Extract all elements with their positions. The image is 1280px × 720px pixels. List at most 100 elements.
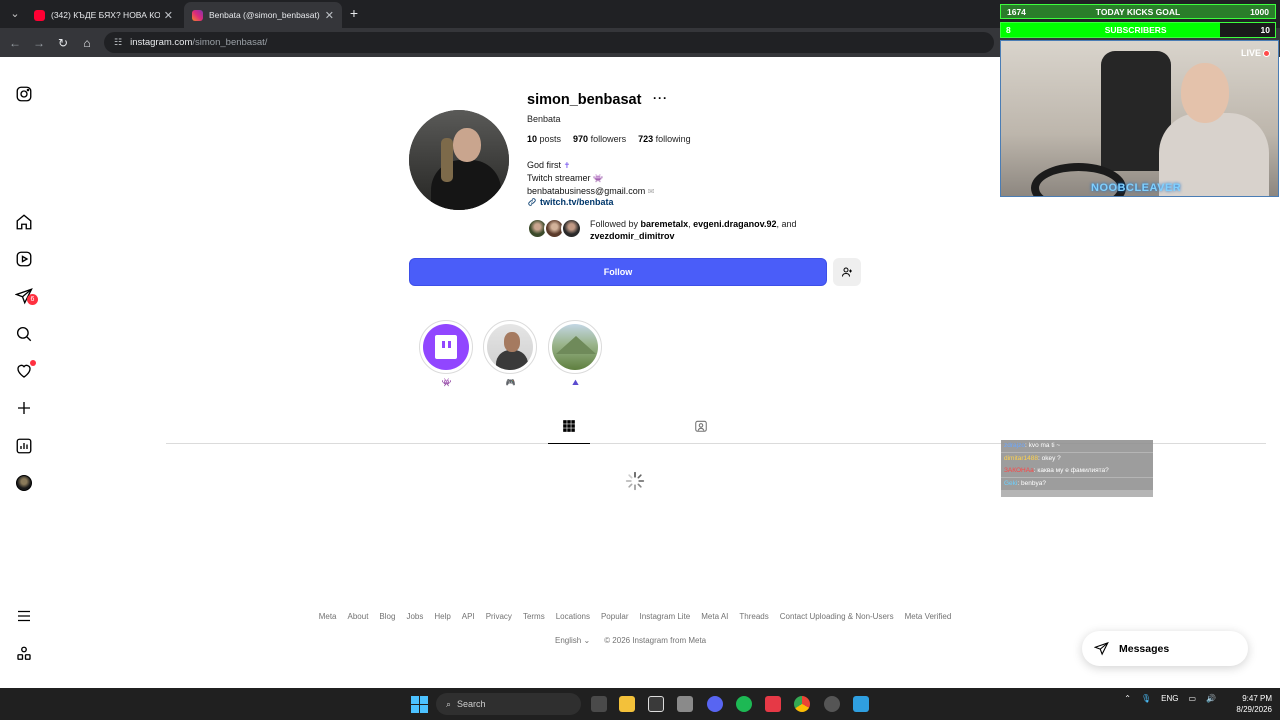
taskbar-clock[interactable]: 9:47 PM 8/29/2026 — [1222, 693, 1272, 715]
direct-messages-icon[interactable]: 6 — [14, 286, 38, 306]
close-icon[interactable]: ✕ — [164, 9, 173, 22]
link-icon — [528, 198, 536, 206]
footer-link[interactable]: Help — [434, 612, 450, 621]
input-language[interactable]: ENG — [1161, 694, 1178, 703]
footer-link[interactable]: Jobs — [406, 612, 423, 621]
footer-link[interactable]: About — [348, 612, 369, 621]
app-blue-icon[interactable] — [853, 696, 869, 712]
footer-link[interactable]: Contact Uploading & Non-Users — [780, 612, 894, 621]
footer-link[interactable]: Popular — [601, 612, 629, 621]
footer-link[interactable]: Meta — [319, 612, 337, 621]
mutual-followers-avatars[interactable] — [527, 218, 587, 240]
footer-link[interactable]: Meta AI — [701, 612, 728, 621]
mutual-user-link[interactable]: baremetalx — [641, 219, 689, 229]
highlight-cover-image — [552, 324, 598, 370]
copyright: © 2026 Instagram from Meta — [604, 636, 707, 645]
tab-title: (342) КЪДЕ БЯХ? НОВА КО — [51, 10, 160, 20]
close-icon[interactable]: ✕ — [325, 9, 334, 22]
network-icon[interactable]: ▭ — [1188, 694, 1196, 703]
insights-chart-icon[interactable] — [14, 436, 34, 456]
following-stat[interactable]: 723 following — [638, 134, 691, 144]
reels-icon[interactable] — [14, 249, 34, 269]
live-dot-icon — [1263, 49, 1270, 57]
profile-external-link[interactable]: twitch.tv/benbata — [527, 197, 614, 207]
profile-avatar[interactable] — [14, 473, 34, 493]
footer-link[interactable]: Terms — [523, 612, 545, 621]
microphone-icon[interactable]: 🎙 — [1141, 694, 1151, 703]
create-plus-icon[interactable] — [14, 398, 34, 418]
footer-link[interactable]: API — [462, 612, 475, 621]
tab-instagram[interactable]: Benbata (@simon_benbasat) • I ✕ — [184, 2, 342, 28]
heart-notifications-icon[interactable] — [14, 360, 36, 381]
posts-stat: 10 posts — [527, 134, 562, 144]
subs-target: 10 — [1260, 25, 1270, 35]
youtube-favicon-icon — [34, 9, 45, 21]
webcam-overlay: LIVE NOOBCLEAVER — [1000, 40, 1279, 197]
envelope-emoji-icon: ✉ — [647, 187, 655, 196]
url-host: instagram.com — [130, 37, 193, 48]
home-icon[interactable]: ⌂ — [78, 34, 96, 52]
footer-link[interactable]: Privacy — [486, 612, 512, 621]
site-settings-icon[interactable]: ☷ — [114, 37, 122, 48]
messages-button[interactable]: Messages — [1082, 631, 1248, 666]
forward-arrow-icon[interactable]: → — [30, 34, 48, 52]
hamburger-menu-icon[interactable] — [14, 606, 34, 626]
profile-picture[interactable] — [409, 110, 509, 210]
subscribers-goal-bar: 8 SUBSCRIBERS 10 — [1000, 22, 1276, 38]
footer-link[interactable]: Locations — [556, 612, 590, 621]
bio-line: Twitch streamer — [527, 173, 591, 183]
back-arrow-icon[interactable]: ← — [6, 34, 24, 52]
story-highlight[interactable]: ⛰ — [548, 320, 603, 388]
followed-by-text[interactable]: Followed by baremetalx, evgeni.draganov.… — [590, 218, 820, 242]
footer-link[interactable]: Threads — [739, 612, 768, 621]
more-options-icon[interactable]: ··· — [653, 91, 668, 105]
instagram-favicon-icon — [192, 9, 203, 21]
discord-icon[interactable] — [707, 696, 723, 712]
mutual-user-link[interactable]: evgeni.draganov.92 — [693, 219, 776, 229]
tab-posts[interactable] — [548, 419, 590, 444]
taskbar-search[interactable]: ⌕ Search — [436, 693, 581, 715]
twitch-logo-icon — [423, 324, 469, 370]
suggested-accounts-button[interactable] — [833, 258, 861, 286]
notification-badge: 6 — [27, 294, 38, 305]
language-select[interactable]: English ⌄ — [555, 636, 590, 645]
app-g-icon[interactable] — [648, 696, 664, 712]
tab-tagged[interactable] — [690, 419, 712, 441]
windows-taskbar: ⌕ Search ⌃ 🎙 ENG ▭ 🔊 9:47 PM 8/29/2026 — [0, 688, 1280, 720]
grid-icon — [563, 420, 575, 432]
file-explorer-icon[interactable] — [619, 696, 635, 712]
app-icon[interactable] — [677, 696, 693, 712]
followers-stat[interactable]: 970 followers — [573, 134, 626, 144]
follow-button[interactable]: Follow — [409, 258, 827, 286]
link-text: twitch.tv/benbata — [540, 197, 614, 207]
instagram-logo-icon[interactable] — [14, 84, 34, 104]
story-highlight[interactable]: 🎮 — [483, 320, 538, 387]
also-from-meta-icon[interactable] — [14, 644, 34, 664]
address-bar[interactable]: ☷ instagram.com/simon_benbasat/ — [104, 32, 994, 53]
mutual-user-link[interactable]: zvezdomir_dimitrov — [590, 231, 675, 241]
footer-link[interactable]: Blog — [379, 612, 395, 621]
streamer-name: NOOBCLEAVER — [1091, 182, 1182, 194]
reload-icon[interactable]: ↻ — [54, 34, 72, 52]
loading-spinner-icon — [625, 471, 645, 491]
chevron-up-icon[interactable]: ⌃ — [1124, 694, 1131, 703]
windows-start-icon[interactable] — [411, 696, 428, 713]
app-gear-icon[interactable] — [824, 696, 840, 712]
search-icon: ⌕ — [446, 698, 452, 709]
search-icon[interactable] — [14, 324, 34, 344]
tab-title: Benbata (@simon_benbasat) • I — [209, 10, 321, 20]
story-highlight[interactable]: 👾 — [419, 320, 474, 387]
unread-dot — [30, 360, 36, 366]
spotify-icon[interactable] — [736, 696, 752, 712]
tab-youtube[interactable]: (342) КЪДЕ БЯХ? НОВА КО ✕ — [26, 2, 181, 28]
task-view-icon[interactable] — [591, 696, 607, 712]
volume-icon[interactable]: 🔊 — [1206, 694, 1216, 703]
footer-link[interactable]: Instagram Lite — [640, 612, 691, 621]
app-red-icon[interactable] — [765, 696, 781, 712]
kicks-goal-bar: 1674 TODAY KICKS GOAL 1000 — [1000, 4, 1276, 19]
chrome-icon[interactable] — [794, 696, 810, 712]
tab-search-chevron-icon[interactable]: ⌄ — [6, 5, 24, 23]
footer-link[interactable]: Meta Verified — [905, 612, 952, 621]
new-tab-plus-icon[interactable]: + — [345, 4, 363, 22]
home-icon[interactable] — [14, 212, 34, 232]
